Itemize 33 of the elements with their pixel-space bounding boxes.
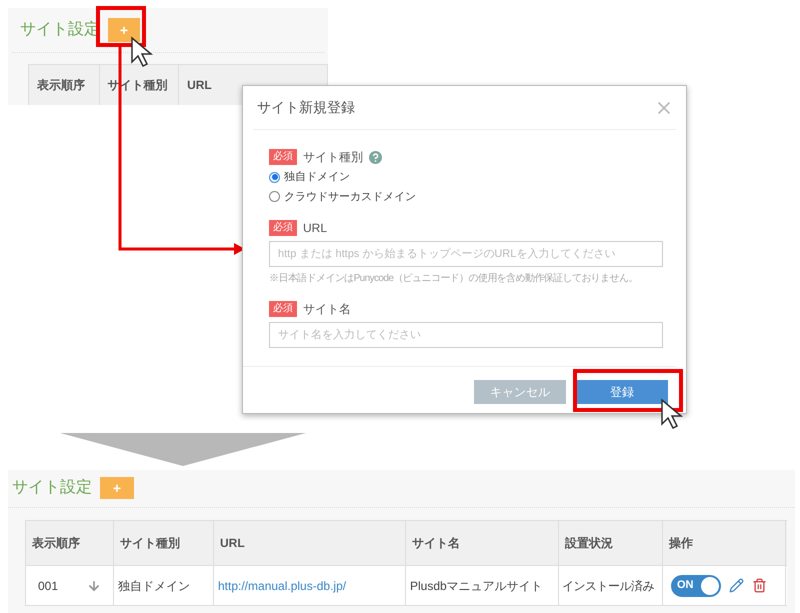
column-header: 表示順序 [26,521,114,565]
column-header: サイト種別 [114,521,214,565]
field-label: URL [303,220,328,237]
required-badge: 必須 [269,301,297,317]
column-header: サイト名 [406,521,559,565]
column-header: 表示順序 [29,65,100,105]
radio-button[interactable] [269,172,280,183]
option-label[interactable]: クラウドサーカスドメイン [284,188,416,205]
order-number: 001 [38,578,58,594]
option-label[interactable]: 独自ドメイン [284,169,350,186]
input-field[interactable]: サイト名を入力してください [269,322,663,348]
section-title: サイト設定 [12,478,92,498]
toggle-switch[interactable]: ON [671,574,721,596]
field-label: サイト種別 [303,149,363,166]
table-cell: インストール済み [559,566,663,605]
cursor-icon [130,36,154,68]
column-header: 設置状況 [559,521,663,565]
input-field[interactable]: http または https から始まるトップページのURLを入力してください [269,241,663,267]
delete-icon[interactable] [752,578,767,593]
edit-icon[interactable] [729,578,744,593]
move-down-icon[interactable] [87,578,101,592]
table-cell: Plusdbマニュアルサイト [406,566,559,605]
help-icon[interactable] [369,150,382,164]
note-text: ※日本語ドメインはPunycode（ピュニコード）の使用を含め動作保証しておりません。 [269,272,639,286]
table-cell: 独自ドメイン [114,566,214,605]
register-button[interactable]: 登録 [576,380,668,404]
field-label: サイト名 [303,301,351,318]
column-header: 操作 [663,521,786,565]
url-link[interactable]: http://manual.plus-db.jp/ [218,576,346,594]
required-badge: 必須 [269,149,297,165]
radio-button[interactable] [269,191,280,202]
required-badge: 必須 [269,220,297,236]
column-header: URL [214,521,406,565]
